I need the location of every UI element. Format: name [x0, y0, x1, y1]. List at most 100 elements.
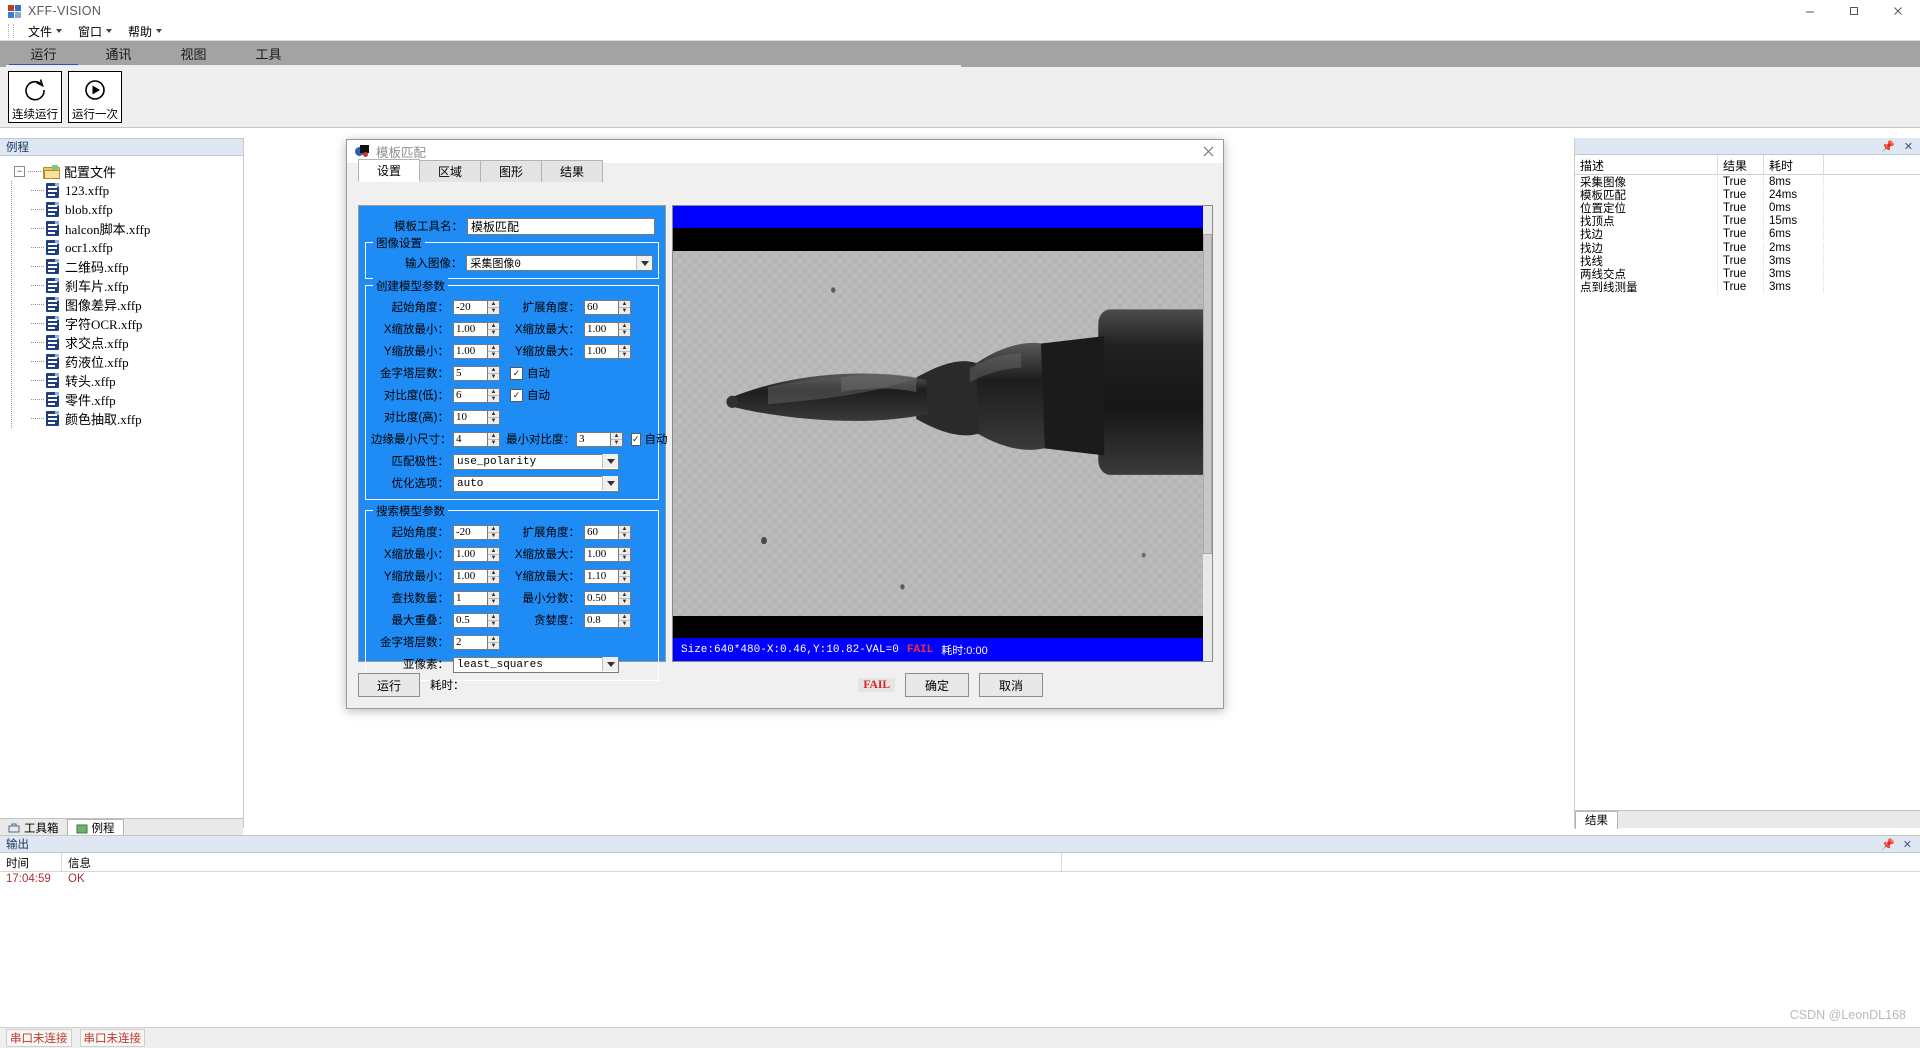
sm-greediness-stepper[interactable]: ▲▼ [584, 612, 631, 628]
cm-extend-angle-stepper[interactable]: ▲▼ [584, 299, 631, 315]
cm-polarity-select[interactable] [453, 453, 619, 470]
sm-start-angle-stepper[interactable]: ▲▼ [453, 524, 500, 540]
output-col-message[interactable]: 信息 [62, 853, 1062, 871]
stepper-buttons[interactable]: ▲ ▼ [487, 568, 500, 584]
cm-contrast-low-input[interactable] [453, 387, 487, 403]
dialog-close-button[interactable] [1193, 140, 1223, 163]
chevron-down-icon[interactable] [636, 256, 652, 270]
tab-toolbox[interactable]: 工具箱 [0, 819, 67, 836]
cm-yscale-min-input[interactable] [453, 343, 487, 359]
cm-xscale-max-input[interactable] [584, 321, 618, 337]
collapse-icon[interactable]: − [14, 166, 25, 177]
chevron-down-icon[interactable] [602, 657, 618, 671]
cm-start-angle-input[interactable] [453, 299, 487, 315]
output-col-time[interactable]: 时间 [0, 853, 62, 871]
cm-yscale-max-input[interactable] [584, 343, 618, 359]
ribbon-tab-tools[interactable]: 工具 [231, 44, 306, 67]
sm-yscale-min-input[interactable] [453, 568, 487, 584]
pin-icon[interactable]: 📌 [1881, 140, 1895, 153]
stepper-buttons[interactable]: ▲ ▼ [618, 568, 631, 584]
stepper-buttons[interactable]: ▲ ▼ [487, 590, 500, 606]
menu-item-file[interactable]: 文件 [21, 22, 69, 41]
sm-start-angle-input[interactable] [453, 524, 487, 540]
close-icon[interactable]: ✕ [1903, 838, 1912, 851]
table-row[interactable]: 点到线测量 True 3ms [1575, 279, 1920, 296]
menu-item-window[interactable]: 窗口 [71, 22, 119, 41]
cm-pyramid-stepper[interactable]: ▲▼ [453, 365, 500, 381]
stepper-buttons[interactable]: ▲ ▼ [487, 343, 500, 359]
menu-item-help[interactable]: 帮助 [121, 22, 169, 41]
tree-item-11[interactable]: 零件.xffp [23, 390, 243, 409]
cm-contrast-high-input[interactable] [453, 409, 487, 425]
ok-button[interactable]: 确定 [905, 673, 969, 697]
sm-max-overlap-stepper[interactable]: ▲▼ [453, 612, 500, 628]
sm-min-score-input[interactable] [584, 590, 618, 606]
stepper-buttons[interactable]: ▲ ▼ [487, 524, 500, 540]
image-preview-pane[interactable]: Size:640*480-X:0.46,Y:10.82-VAL=0 FAIL 耗… [672, 205, 1213, 662]
tree-item-8[interactable]: 求交点.xffp [23, 333, 243, 352]
stepper-buttons[interactable]: ▲ ▼ [487, 321, 500, 337]
scrollbar-thumb[interactable] [1203, 234, 1212, 554]
stepper-buttons[interactable]: ▲ ▼ [487, 431, 500, 447]
cm-min-contrast-auto-checkbox[interactable]: ✓ [631, 432, 641, 446]
stepper-buttons[interactable]: ▲ ▼ [487, 546, 500, 562]
stepper-buttons[interactable]: ▲ ▼ [618, 343, 631, 359]
sm-xscale-max-stepper[interactable]: ▲▼ [584, 546, 631, 562]
tree-item-7[interactable]: 字符OCR.xffp [23, 314, 243, 333]
cm-yscale-min-stepper[interactable]: ▲▼ [453, 343, 500, 359]
tree-root-node[interactable]: − 配置文件 [6, 162, 243, 181]
stepper-buttons[interactable]: ▲ ▼ [618, 612, 631, 628]
results-col-desc[interactable]: 描述 [1575, 155, 1718, 174]
run-once-button[interactable]: 运行一次 [68, 71, 122, 123]
sm-extend-angle-input[interactable] [584, 524, 618, 540]
tree-item-2[interactable]: halcon脚本.xffp [23, 219, 243, 238]
sm-subpixel-select[interactable] [453, 656, 619, 673]
results-col-result[interactable]: 结果 [1718, 155, 1764, 174]
ribbon-tab-run[interactable]: 运行 [6, 44, 81, 67]
chevron-down-icon[interactable] [602, 454, 618, 468]
sm-xscale-max-input[interactable] [584, 546, 618, 562]
sm-yscale-min-stepper[interactable]: ▲▼ [453, 568, 500, 584]
tab-examples[interactable]: 例程 [66, 818, 124, 837]
cm-contrast-high-stepper[interactable]: ▲▼ [453, 409, 500, 425]
sm-yscale-max-stepper[interactable]: ▲▼ [584, 568, 631, 584]
cm-xscale-max-stepper[interactable]: ▲▼ [584, 321, 631, 337]
tree-item-4[interactable]: 二维码.xffp [23, 257, 243, 276]
sm-xscale-min-stepper[interactable]: ▲▼ [453, 546, 500, 562]
stepper-buttons[interactable]: ▲ ▼ [618, 299, 631, 315]
cm-min-edge-stepper[interactable]: ▲▼ [453, 431, 500, 447]
cm-min-edge-input[interactable] [453, 431, 487, 447]
stepper-buttons[interactable]: ▲ ▼ [487, 634, 500, 650]
tool-name-input[interactable] [467, 217, 655, 235]
image-vertical-scrollbar[interactable] [1203, 206, 1212, 661]
cm-optimize-select[interactable] [453, 475, 619, 492]
ribbon-tab-comm[interactable]: 通讯 [81, 44, 156, 67]
input-image-select[interactable] [466, 255, 653, 271]
stepper-buttons[interactable]: ▲ ▼ [610, 431, 623, 447]
stepper-buttons[interactable]: ▲ ▼ [618, 321, 631, 337]
minimize-button[interactable] [1788, 0, 1832, 22]
cm-min-contrast-stepper[interactable]: ▲▼ [576, 431, 623, 447]
stepper-buttons[interactable]: ▲ ▼ [487, 409, 500, 425]
image-canvas[interactable] [673, 251, 1212, 616]
cm-yscale-max-stepper[interactable]: ▲▼ [584, 343, 631, 359]
sm-extend-angle-stepper[interactable]: ▲▼ [584, 524, 631, 540]
continuous-run-button[interactable]: 连续运行 [8, 71, 62, 123]
run-button[interactable]: 运行 [358, 673, 420, 697]
results-col-time[interactable]: 耗时 [1764, 155, 1824, 174]
sm-yscale-max-input[interactable] [584, 568, 618, 584]
tree-item-0[interactable]: 123.xffp [23, 181, 243, 200]
sm-find-count-input[interactable] [453, 590, 487, 606]
sm-max-overlap-input[interactable] [453, 612, 487, 628]
list-item[interactable]: 17:04:59 OK [0, 872, 1920, 889]
tab-result[interactable]: 结果 [1575, 810, 1618, 829]
tree-item-10[interactable]: 转头.xffp [23, 371, 243, 390]
stepper-buttons[interactable]: ▲ ▼ [618, 590, 631, 606]
tab-settings[interactable]: 设置 [358, 159, 420, 182]
sm-pyramid-input[interactable] [453, 634, 487, 650]
stepper-buttons[interactable]: ▲ ▼ [618, 546, 631, 562]
close-button[interactable] [1876, 0, 1920, 22]
cm-polarity-value[interactable] [453, 454, 619, 470]
cm-optimize-value[interactable] [453, 476, 619, 492]
sm-min-score-stepper[interactable]: ▲▼ [584, 590, 631, 606]
